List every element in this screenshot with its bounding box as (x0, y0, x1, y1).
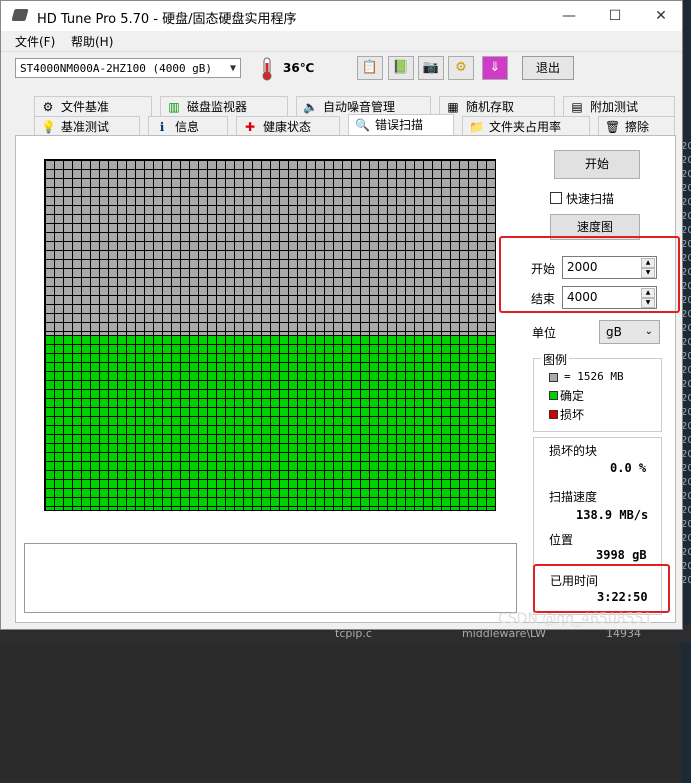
start-button[interactable]: 开始 (554, 150, 640, 179)
tab-aam[interactable]: 🔈 自动噪音管理 (296, 96, 431, 116)
tab-benchmark[interactable]: 💡 基准测试 (34, 116, 140, 136)
legend-damaged-label: 损坏 (560, 408, 585, 422)
save-button[interactable]: ⇓ (482, 56, 508, 80)
tab-label: 随机存取 (466, 100, 515, 114)
unit-label: 单位 (532, 326, 557, 340)
maximize-button[interactable]: ☐ (592, 1, 638, 31)
tab-label: 文件夹占用率 (489, 120, 562, 134)
copy-all-button[interactable]: 📗 (388, 56, 414, 80)
start-range-value: 2000 (567, 260, 598, 274)
damaged-blocks-value: 0.0 % (610, 461, 647, 475)
tab-erase[interactable]: 🗑 擦除 (598, 116, 675, 136)
tab-extra-tests[interactable]: ▤ 附加测试 (563, 96, 675, 116)
tab-label: 附加测试 (590, 100, 639, 114)
tab-folder-usage[interactable]: 📁 文件夹占用率 (462, 116, 590, 136)
menu-help[interactable]: 帮助(H) (71, 33, 113, 50)
close-button[interactable]: ✕ (638, 1, 684, 31)
drive-select-value: ST4000NM000A-2HZ100 (4000 gB) (20, 62, 213, 75)
random-access-icon: ▦ (447, 100, 459, 114)
benchmark-icon: 💡 (41, 120, 56, 134)
start-range-label: 开始 (531, 262, 556, 276)
tab-label: 自动噪音管理 (323, 100, 396, 114)
damaged-blocks-label: 损坏的块 (549, 444, 598, 458)
chevron-down-icon: ▼ (229, 63, 236, 74)
scan-block-map (44, 159, 496, 511)
tab-info[interactable]: ℹ 信息 (148, 116, 228, 136)
tab-error-scan[interactable]: 🔍 错误扫描 (348, 114, 454, 136)
file-benchmark-icon: ⚙ (42, 100, 54, 114)
scan-speed-label: 扫描速度 (549, 490, 598, 504)
legend-swatch-damaged (549, 410, 558, 419)
watermark: CSDN @qq_46508551 (498, 611, 653, 627)
legend-block-size: = 1526 MB (564, 370, 624, 383)
tab-file-benchmark[interactable]: ⚙ 文件基准 (34, 96, 152, 116)
tab-health[interactable]: ✚ 健康状态 (236, 116, 340, 136)
tab-disk-monitor[interactable]: ▥ 磁盘监视器 (160, 96, 288, 116)
exit-button[interactable]: 退出 (522, 56, 574, 80)
position-label: 位置 (549, 533, 574, 547)
erase-icon: 🗑 (605, 120, 621, 134)
disk-monitor-icon: ▥ (168, 100, 180, 114)
temperature-value: 36℃ (283, 61, 315, 75)
tab-random-access[interactable]: ▦ 随机存取 (439, 96, 555, 116)
elapsed-time-label: 已用时间 (550, 574, 599, 588)
position-value: 3998 gB (596, 548, 647, 562)
toolbar: ST4000NM000A-2HZ100 (4000 gB) ▼ 36℃ 📋 📗 … (0, 52, 683, 88)
search-icon: 🔍 (355, 118, 370, 132)
tab-label: 基准测试 (61, 120, 110, 134)
legend-ok-label: 确定 (560, 389, 585, 403)
spin-down-icon[interactable]: ▼ (641, 268, 655, 278)
spin-up-icon[interactable]: ▲ (641, 258, 655, 268)
legend-title: 图例 (541, 351, 570, 368)
download-icon: ⇓ (489, 60, 501, 75)
tab-label: 磁盘监视器 (187, 100, 248, 114)
menu-bar: 文件(F) 帮助(H) (1, 31, 682, 52)
tab-label: 信息 (175, 120, 200, 134)
speaker-icon: 🔈 (303, 100, 318, 114)
end-range-label: 结束 (531, 292, 556, 306)
app-icon (11, 9, 29, 21)
start-range-input[interactable]: 2000 ▲ ▼ (562, 256, 657, 279)
tab-label: 错误扫描 (375, 118, 424, 132)
legend-swatch-ok (549, 391, 558, 400)
legend-swatch-untested (549, 373, 558, 382)
health-icon: ✚ (244, 120, 256, 134)
end-range-input[interactable]: 4000 ▲ ▼ (562, 286, 657, 309)
screenshot-button[interactable]: 📷 (418, 56, 444, 80)
elapsed-time-value: 3:22:50 (597, 590, 648, 604)
extra-tests-icon: ▤ (571, 100, 583, 114)
unit-select-value: gB (606, 325, 622, 339)
quick-scan-label: 快速扫描 (566, 192, 615, 206)
tab-label: 健康状态 (263, 120, 312, 134)
end-range-value: 4000 (567, 290, 598, 304)
thermometer-icon (262, 57, 272, 81)
unit-select[interactable]: gB ⌄ (599, 320, 660, 344)
spin-up-icon[interactable]: ▲ (641, 288, 655, 298)
folder-icon: 📁 (469, 120, 484, 134)
menu-file[interactable]: 文件(F) (15, 33, 55, 50)
quick-scan-checkbox[interactable] (550, 192, 562, 204)
scan-speed-value: 138.9 MB/s (576, 508, 649, 522)
chevron-down-icon: ⌄ (644, 326, 653, 337)
copy-icon: 📋 (361, 60, 379, 75)
camera-icon: 📷 (422, 60, 440, 75)
log-output[interactable] (24, 543, 517, 613)
spin-down-icon[interactable]: ▼ (641, 298, 655, 308)
title-bar[interactable]: HD Tune Pro 5.70 - 硬盘/固态硬盘实用程序 — ☐ ✕ (1, 1, 682, 31)
tab-label: 擦除 (625, 120, 650, 134)
window-title: HD Tune Pro 5.70 - 硬盘/固态硬盘实用程序 (37, 12, 297, 27)
minimize-button[interactable]: — (546, 1, 592, 31)
copy-button[interactable]: 📋 (357, 56, 383, 80)
blocks-untested (45, 160, 495, 335)
options-button[interactable]: ⚙ (448, 56, 474, 80)
tab-label: 文件基准 (61, 100, 110, 114)
copy-all-icon: 📗 (392, 60, 410, 75)
blocks-ok (45, 335, 495, 510)
drive-select[interactable]: ST4000NM000A-2HZ100 (4000 gB) ▼ (15, 58, 241, 78)
options-icon: ⚙ (455, 60, 467, 75)
info-icon: ℹ (159, 120, 165, 134)
